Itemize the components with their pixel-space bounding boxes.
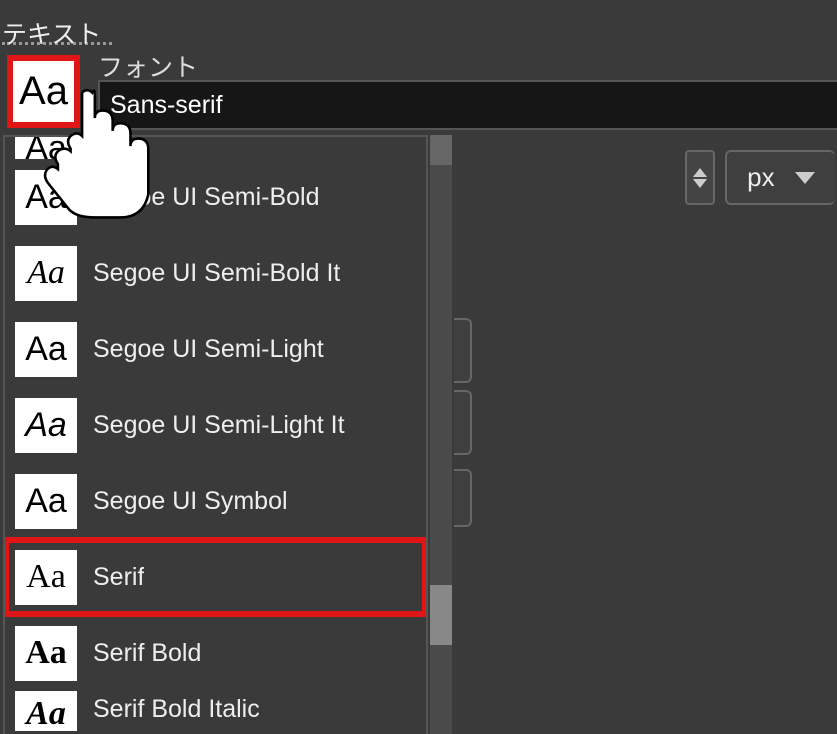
- font-thumb: Aa: [15, 626, 77, 681]
- font-list-item[interactable]: Aa Serif Bold: [5, 615, 426, 691]
- panel-stub: [454, 390, 472, 455]
- font-list-item[interactable]: Aa: [5, 137, 426, 159]
- font-thumb: Aa: [15, 550, 77, 605]
- chevron-up-icon[interactable]: [693, 168, 707, 177]
- font-list-item[interactable]: Aa Segoe UI Semi-Bold: [5, 159, 426, 235]
- font-list-item[interactable]: Aa Segoe UI Semi-Bold It: [5, 235, 426, 311]
- font-list-scrollbar[interactable]: [430, 135, 452, 734]
- unit-value: px: [747, 162, 774, 193]
- font-item-label: Segoe UI Semi-Bold It: [93, 259, 340, 288]
- font-item-label: Serif: [93, 563, 144, 592]
- chevron-down-icon[interactable]: [693, 179, 707, 188]
- chevron-down-icon: [795, 172, 815, 184]
- font-thumb: Aa: [15, 137, 77, 159]
- font-thumb: Aa: [15, 398, 77, 453]
- font-item-label: Serif Bold Italic: [93, 691, 260, 724]
- font-list-item[interactable]: Aa Serif Bold Italic: [5, 691, 426, 731]
- scrollbar-thumb[interactable]: [430, 585, 452, 645]
- size-spinbox[interactable]: [685, 150, 715, 205]
- font-item-label: Segoe UI Semi-Light: [93, 335, 324, 364]
- aa-font-preview-button[interactable]: Aa: [7, 55, 80, 128]
- font-thumb: Aa: [15, 474, 77, 529]
- font-item-label: Serif Bold: [93, 639, 201, 668]
- font-thumb: Aa: [15, 691, 77, 731]
- panel-stub: [454, 318, 472, 383]
- font-list-item[interactable]: Aa Serif: [5, 539, 426, 615]
- panel-title: テキスト: [2, 15, 112, 45]
- panel-stub: [454, 469, 472, 527]
- font-thumb: Aa: [15, 170, 77, 225]
- font-thumb: Aa: [15, 246, 77, 301]
- scrollbar-track-top: [430, 135, 452, 165]
- font-item-label: Segoe UI Symbol: [93, 487, 288, 516]
- aa-sample-text: Aa: [19, 69, 68, 114]
- font-name-value: Sans-serif: [110, 91, 223, 120]
- font-list-item[interactable]: Aa Segoe UI Semi-Light: [5, 311, 426, 387]
- font-thumb: Aa: [15, 322, 77, 377]
- unit-select[interactable]: px: [725, 150, 835, 205]
- font-list-item[interactable]: Aa Segoe UI Semi-Light It: [5, 387, 426, 463]
- font-item-label: Segoe UI Semi-Bold: [93, 183, 320, 212]
- font-name-input[interactable]: Sans-serif: [98, 80, 837, 130]
- font-list-item[interactable]: Aa Segoe UI Symbol: [5, 463, 426, 539]
- font-label: フォント: [98, 48, 198, 84]
- font-item-label: Segoe UI Semi-Light It: [93, 411, 345, 440]
- font-dropdown-list[interactable]: Aa Aa Segoe UI Semi-Bold Aa Segoe UI Semi-Bo…: [3, 135, 428, 734]
